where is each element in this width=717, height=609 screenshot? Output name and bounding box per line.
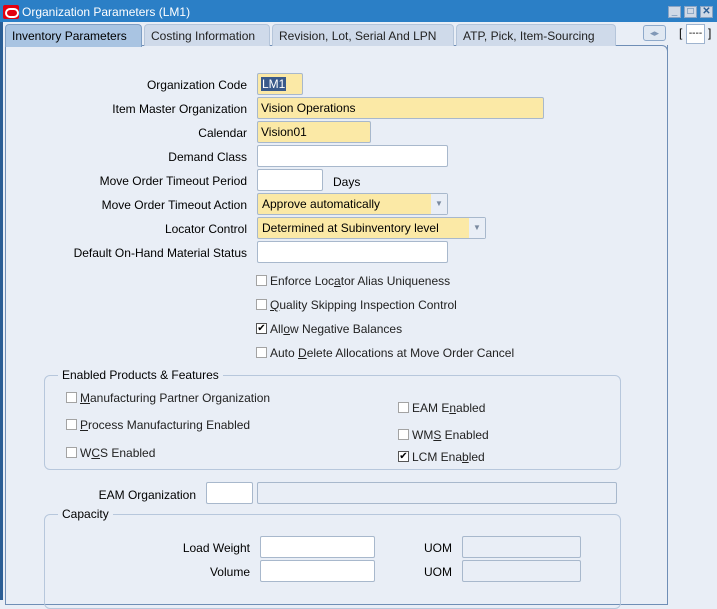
tab-inventory-parameters[interactable]: Inventory Parameters xyxy=(5,24,142,47)
volume-uom-label: UOM xyxy=(424,565,452,579)
checkbox-label: Enforce Locator Alias Uniqueness xyxy=(270,274,451,288)
organization-code-field[interactable]: LM1 xyxy=(257,73,303,95)
checkbox-label: Allow Negative Balances xyxy=(270,322,403,336)
checkmark-icon[interactable]: ✔ xyxy=(256,323,267,334)
record-indicator-open: [ xyxy=(679,26,683,40)
tab-scroll-icon[interactable]: ◂▸ xyxy=(643,25,666,41)
tab-atp-pick-item-sourcing[interactable]: ATP, Pick, Item-Sourcing xyxy=(456,24,616,46)
move-order-timeout-action-label: Move Order Timeout Action xyxy=(101,198,247,212)
record-indicator-close: ] xyxy=(708,26,712,40)
maximize-button[interactable]: □ xyxy=(684,6,697,18)
volume-uom-field xyxy=(462,560,581,582)
move-order-timeout-period-field[interactable] xyxy=(257,169,323,191)
organization-code-value: LM1 xyxy=(261,77,287,91)
checkbox-label: EAM Enabled xyxy=(412,401,486,415)
checkbox-box[interactable] xyxy=(66,419,77,430)
record-indicator[interactable]: ---- xyxy=(686,24,705,44)
default-onhand-status-field[interactable] xyxy=(257,241,448,263)
organization-code-label: Organization Code xyxy=(146,78,247,92)
calendar-label: Calendar xyxy=(198,126,247,140)
load-weight-label: Load Weight xyxy=(182,541,250,555)
eam-organization-name-field xyxy=(257,482,617,504)
load-weight-uom-field xyxy=(462,536,581,558)
move-order-timeout-action-value: Approve automatically xyxy=(262,197,381,211)
move-order-timeout-action-select[interactable]: Approve automatically ▼ xyxy=(257,193,448,215)
capacity-title: Capacity xyxy=(58,507,113,521)
oracle-logo-icon xyxy=(3,5,19,19)
eam-organization-label: EAM Organization xyxy=(98,488,196,502)
checkbox-label: Manufacturing Partner Organization xyxy=(80,391,271,405)
calendar-field[interactable]: Vision01 xyxy=(257,121,371,143)
checkbox-label: WMS Enabled xyxy=(412,428,489,442)
locator-control-label: Locator Control xyxy=(164,222,247,236)
load-weight-uom-label: UOM xyxy=(424,541,452,555)
checkmark-icon[interactable]: ✔ xyxy=(398,451,409,462)
volume-label: Volume xyxy=(209,565,250,579)
tab-revision-lot-serial-lpn[interactable]: Revision, Lot, Serial And LPN xyxy=(272,24,454,46)
checkbox-box[interactable] xyxy=(66,447,77,458)
checkbox-box[interactable] xyxy=(398,429,409,440)
panel-border xyxy=(667,45,668,600)
checkbox-label: Auto Delete Allocations at Move Order Ca… xyxy=(270,346,515,360)
move-order-timeout-period-label: Move Order Timeout Period xyxy=(99,174,247,188)
chevron-down-icon[interactable]: ▼ xyxy=(469,218,485,238)
item-master-organization-field[interactable]: Vision Operations xyxy=(257,97,544,119)
checkbox-box[interactable] xyxy=(66,392,77,403)
item-master-organization-label: Item Master Organization xyxy=(112,102,247,116)
demand-class-field[interactable] xyxy=(257,145,448,167)
tab-costing-information[interactable]: Costing Information xyxy=(144,24,270,46)
checkbox-label: Quality Skipping Inspection Control xyxy=(270,298,457,312)
default-onhand-status-label: Default On-Hand Material Status xyxy=(73,246,247,260)
load-weight-field[interactable] xyxy=(260,536,375,558)
checkbox-label: Process Manufacturing Enabled xyxy=(80,418,251,432)
locator-control-value: Determined at Subinventory level xyxy=(262,221,439,235)
enabled-products-title: Enabled Products & Features xyxy=(58,368,223,382)
window-title: Organization Parameters (LM1) xyxy=(22,5,191,19)
close-button[interactable]: ✕ xyxy=(700,6,713,18)
checkbox-label: WCS Enabled xyxy=(80,446,156,460)
chevron-down-icon[interactable]: ▼ xyxy=(431,194,447,214)
window-frame-left xyxy=(0,22,3,600)
checkbox-box[interactable] xyxy=(256,275,267,286)
checkbox-box[interactable] xyxy=(256,299,267,310)
checkbox-label: LCM Enabled xyxy=(412,450,485,464)
checkbox-box[interactable] xyxy=(398,402,409,413)
minimize-button[interactable]: _ xyxy=(668,6,681,18)
days-unit-label: Days xyxy=(333,175,361,189)
checkbox-box[interactable] xyxy=(256,347,267,358)
eam-organization-code-field[interactable] xyxy=(206,482,253,504)
locator-control-select[interactable]: Determined at Subinventory level ▼ xyxy=(257,217,486,239)
demand-class-label: Demand Class xyxy=(168,150,247,164)
volume-field[interactable] xyxy=(260,560,375,582)
